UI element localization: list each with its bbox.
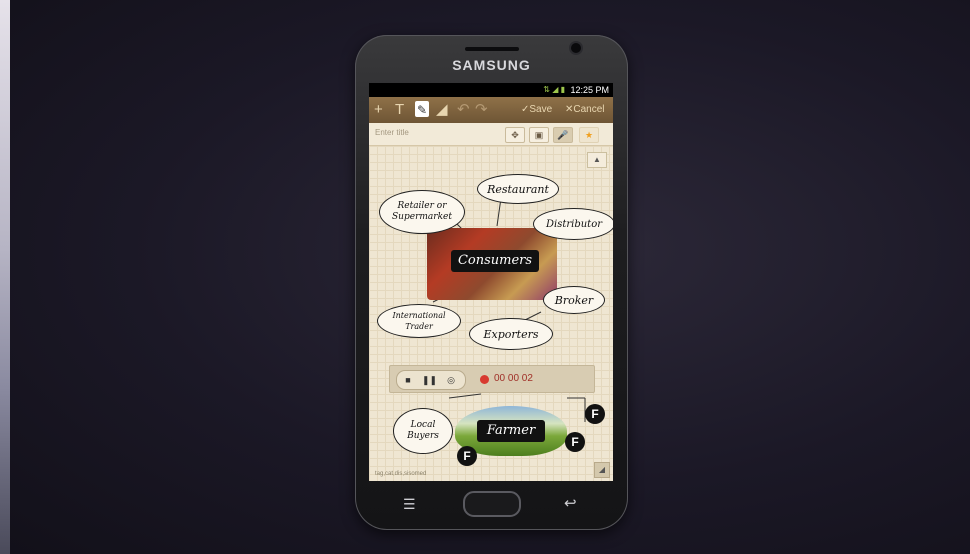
brand-logo: SAMSUNG	[452, 57, 531, 73]
tag-text: tag,cat,dis,sisomed	[375, 471, 427, 477]
cancel-button[interactable]: ✕Cancel	[565, 104, 605, 115]
facebook-icon[interactable]: F	[457, 446, 477, 466]
voice-recorder: ■ ❚❚ ◎ 00 00 02	[389, 365, 595, 393]
title-input[interactable]: Enter title	[375, 128, 495, 137]
earpiece	[465, 47, 519, 51]
image-icon[interactable]: ▣	[529, 127, 549, 143]
distributor-bubble: Distributor	[533, 208, 613, 240]
farmer-label: Farmer	[477, 420, 545, 442]
microphone-icon[interactable]: 🎤	[553, 127, 573, 143]
background-window-edge	[0, 0, 10, 554]
recording-time: 00 00 02	[494, 373, 533, 384]
facebook-icon[interactable]: F	[585, 404, 605, 424]
move-icon[interactable]: ✥	[505, 127, 525, 143]
status-bar: ⇅ ◢ ▮ 12:25 PM	[369, 83, 613, 97]
phone-device: SAMSUNG ⇅ ◢ ▮ 12:25 PM + T ✎ ◢ ↶ ↷ ✓Save…	[355, 35, 628, 530]
eraser-tool-icon[interactable]: ◢	[436, 101, 448, 119]
pause-icon[interactable]: ❚❚	[422, 373, 437, 387]
signal-icons: ⇅ ◢ ▮	[543, 85, 565, 94]
broker-bubble: Broker	[543, 286, 605, 314]
add-icon[interactable]: +	[374, 101, 383, 119]
front-camera	[571, 43, 581, 53]
back-icon[interactable]: ↩	[564, 494, 577, 512]
editor-toolbar: + T ✎ ◢ ↶ ↷ ✓Save ✕Cancel	[369, 97, 613, 123]
recording-indicator-icon	[480, 375, 489, 384]
exporters-bubble: Exporters	[469, 318, 553, 350]
hardware-nav: ☰ ↩	[355, 483, 628, 523]
save-button[interactable]: ✓Save	[521, 104, 552, 115]
home-button[interactable]	[463, 491, 521, 517]
consumers-label: Consumers	[451, 250, 539, 272]
scroll-up-button[interactable]: ▲	[587, 152, 607, 168]
pen-tool-icon[interactable]: ✎	[415, 101, 429, 117]
star-icon[interactable]: ★	[579, 127, 599, 143]
text-tool-icon[interactable]: T	[395, 101, 404, 119]
redo-icon[interactable]: ↷	[475, 101, 488, 119]
clock: 12:25 PM	[570, 85, 609, 95]
record-icon[interactable]: ◎	[444, 373, 458, 387]
retailer-bubble: Retailer or Supermarket	[379, 190, 465, 234]
undo-icon[interactable]: ↶	[457, 101, 470, 119]
recorder-controls: ■ ❚❚ ◎	[396, 370, 466, 390]
screen: ⇅ ◢ ▮ 12:25 PM + T ✎ ◢ ↶ ↷ ✓Save ✕Cancel…	[369, 83, 613, 481]
local-buyers-bubble: Local Buyers	[393, 408, 453, 454]
international-trader-bubble: International Trader	[377, 304, 461, 338]
restaurant-bubble: Restaurant	[477, 174, 559, 204]
menu-icon[interactable]: ☰	[403, 496, 416, 513]
note-canvas[interactable]: ▲ Consumers Retailer or Supermarket Rest…	[369, 146, 613, 481]
title-bar: Enter title ✥ ▣ 🎤 ★	[369, 123, 613, 146]
facebook-icon[interactable]: F	[565, 432, 585, 452]
resize-handle-icon[interactable]: ◢	[594, 462, 610, 478]
stop-icon[interactable]: ■	[401, 373, 415, 387]
